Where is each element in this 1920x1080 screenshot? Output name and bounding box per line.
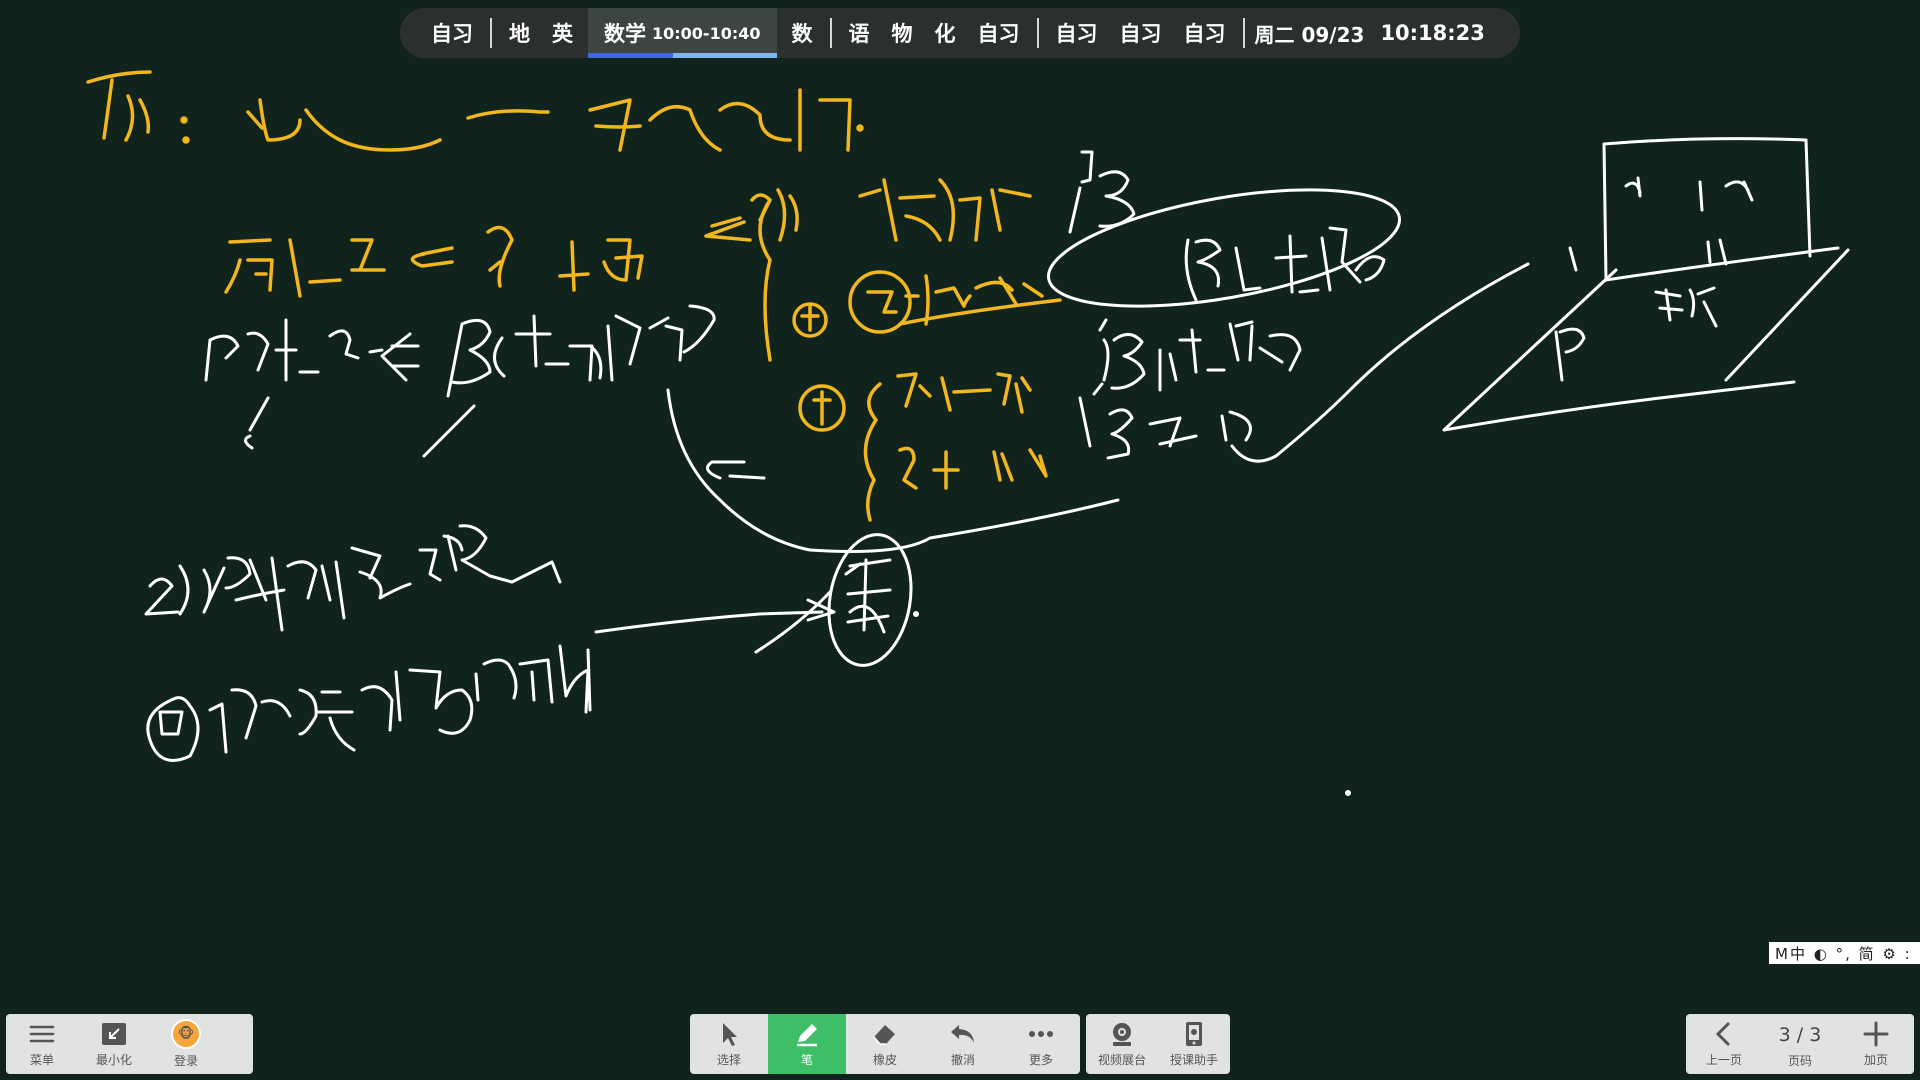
current-subject: 数学 — [604, 22, 646, 46]
page-number-button[interactable]: 3 / 3 页码 — [1762, 1014, 1838, 1074]
schedule-period: 自习 — [1183, 22, 1226, 46]
schedule-period: 自习 — [1119, 22, 1162, 46]
teaching-assistant-label: 授课助手 — [1169, 1053, 1218, 1067]
current-period: 数学 10:00-10:40 — [588, 8, 777, 58]
select-tool-button[interactable]: 选择 — [690, 1014, 768, 1074]
pen-tool-button[interactable]: 笔 — [768, 1014, 846, 1074]
eraser-tool-label: 橡皮 — [872, 1053, 897, 1067]
plus-icon — [1863, 1021, 1889, 1047]
avatar-icon: 🐵 — [171, 1019, 201, 1049]
add-page-label: 加页 — [1863, 1053, 1888, 1067]
current-period-time: 10:00-10:40 — [652, 23, 761, 43]
drawing-toolbar: 选择 笔 橡皮 撤消 更多 — [690, 1014, 1080, 1074]
minimize-icon — [102, 1023, 126, 1045]
prev-page-button[interactable]: 上一页 — [1686, 1014, 1762, 1074]
schedule-period: 数 — [791, 22, 813, 46]
undo-button[interactable]: 撤消 — [924, 1014, 1002, 1074]
menu-button[interactable]: 菜单 — [6, 1014, 78, 1074]
video-booth-button[interactable]: 视频展台 — [1086, 1014, 1158, 1074]
schedule-period: 化 — [934, 22, 956, 46]
minimize-label: 最小化 — [95, 1053, 132, 1067]
schedule-period: 自习 — [1055, 22, 1098, 46]
left-toolbar: 菜单 最小化 🐵 登录 — [6, 1014, 253, 1074]
pen-tool-label: 笔 — [800, 1053, 813, 1067]
login-label: 登录 — [173, 1054, 198, 1068]
yellow-ink-strokes — [86, 70, 1062, 522]
period-progress-bar — [588, 53, 777, 58]
more-button[interactable]: 更多 — [1002, 1014, 1080, 1074]
assistant-icon — [1186, 1022, 1202, 1046]
cursor-icon — [723, 1023, 737, 1046]
camera-icon — [1113, 1023, 1131, 1046]
schedule-date: 周二 09/23 — [1254, 22, 1365, 47]
select-tool-label: 选择 — [716, 1053, 741, 1067]
schedule-separator — [1036, 18, 1039, 48]
login-button[interactable]: 🐵 登录 — [150, 1014, 222, 1074]
minimize-button[interactable]: 最小化 — [78, 1014, 150, 1074]
schedule-separator — [829, 18, 832, 48]
schedule-period: 物 — [891, 22, 913, 46]
menu-icon — [29, 1025, 55, 1043]
add-page-button[interactable]: 加页 — [1838, 1014, 1914, 1074]
teaching-toolbar: 视频展台 授课助手 — [1086, 1014, 1230, 1074]
teaching-assistant-button[interactable]: 授课助手 — [1158, 1014, 1230, 1074]
prev-page-label: 上一页 — [1705, 1053, 1742, 1067]
schedule-period: 地 — [509, 22, 530, 46]
schedule-period: 自习 — [977, 22, 1020, 46]
class-schedule-bar: 自习 地 英 数学 10:00-10:40 数 语 物 化 自习 自习 自习 自… — [400, 8, 1520, 58]
schedule-period: 英 — [552, 22, 573, 46]
chevron-left-icon — [1715, 1022, 1730, 1046]
schedule-period: 自习 — [431, 22, 473, 46]
whiteboard-canvas[interactable] — [0, 0, 1920, 1080]
pen-icon — [797, 1024, 817, 1047]
schedule-separator — [490, 18, 492, 48]
eraser-tool-button[interactable]: 橡皮 — [846, 1014, 924, 1074]
ime-status-bar[interactable]: M中 ◐ °, 简 ⚙ : — [1769, 942, 1920, 964]
ime-status-text: M中 ◐ °, 简 ⚙ : — [1775, 944, 1912, 963]
page-number-label: 页码 — [1787, 1053, 1812, 1068]
undo-label: 撤消 — [950, 1053, 975, 1067]
eraser-icon — [873, 1025, 895, 1045]
schedule-clock: 10:18:23 — [1380, 21, 1485, 45]
page-number: 3 / 3 — [1778, 1023, 1822, 1046]
more-icon — [1029, 1031, 1053, 1037]
schedule-separator — [1242, 18, 1245, 48]
period-progress-fill — [588, 53, 673, 58]
schedule-period: 语 — [848, 22, 870, 46]
more-label: 更多 — [1028, 1053, 1053, 1067]
page-toolbar: 上一页 3 / 3 页码 加页 — [1686, 1014, 1914, 1074]
video-booth-label: 视频展台 — [1097, 1053, 1146, 1067]
undo-icon — [951, 1025, 974, 1043]
menu-label: 菜单 — [29, 1053, 54, 1067]
